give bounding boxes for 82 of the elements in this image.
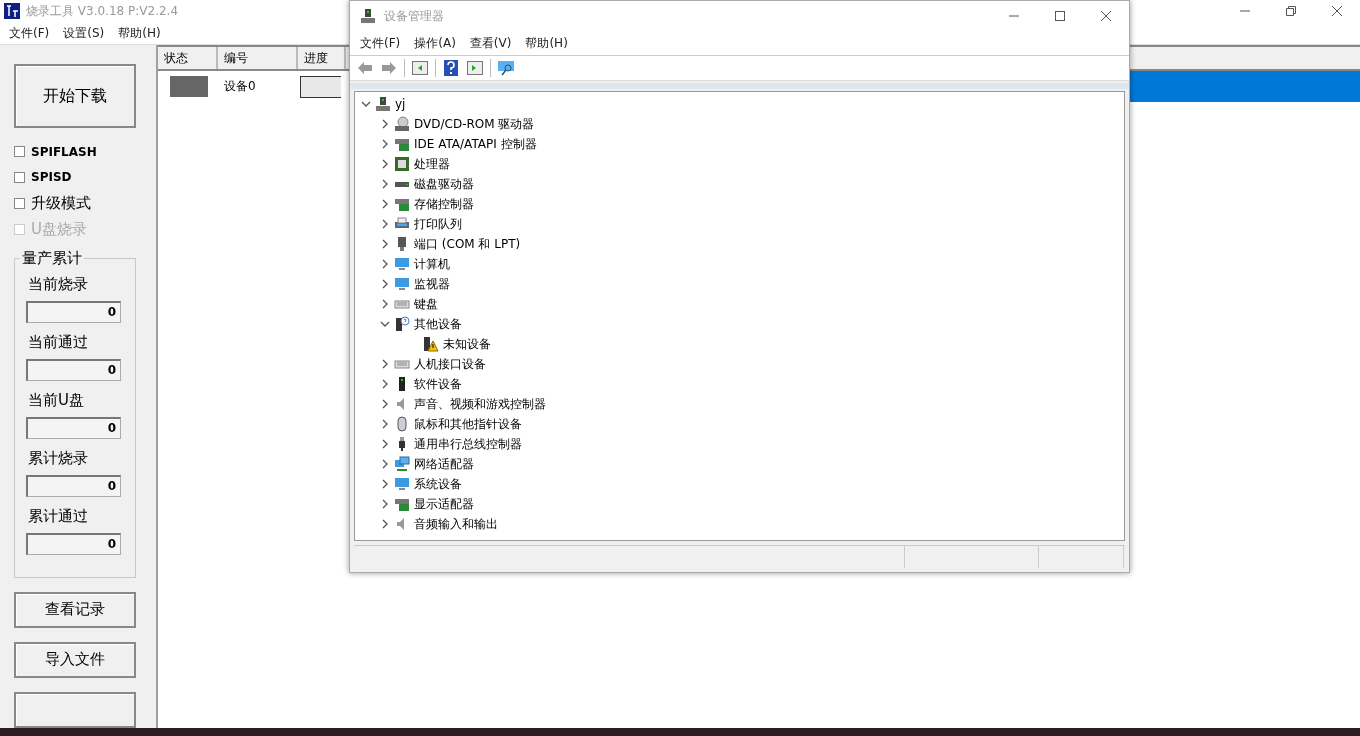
tree-item[interactable]: 未知设备: [442, 335, 491, 353]
action-button[interactable]: 导入文件: [14, 642, 136, 678]
start-download-button[interactable]: 开始下载: [14, 64, 136, 128]
tree-item[interactable]: 音频输入和输出: [414, 515, 498, 533]
card-icon: [394, 496, 410, 512]
tree-item[interactable]: 其他设备: [414, 315, 462, 333]
tree-item[interactable]: 软件设备: [414, 375, 462, 393]
counter-label: 当前U盘: [28, 391, 84, 410]
tree-item[interactable]: 鼠标和其他指针设备: [414, 415, 522, 433]
window-title: 烧录工具 V3.0.18 P:V2.2.4: [26, 2, 179, 20]
chip-icon: [394, 156, 410, 172]
menu-item[interactable]: 帮助(H): [111, 24, 168, 42]
tree-item[interactable]: 处理器: [414, 155, 450, 173]
monitor-icon: [394, 276, 410, 292]
tree-item[interactable]: 显示适配器: [414, 495, 474, 513]
counter-label: 当前通过: [28, 333, 88, 352]
action-button[interactable]: 查看记录: [14, 592, 136, 628]
counter-field: 0: [26, 417, 121, 440]
checkbox-label: 升级模式: [31, 194, 91, 213]
menu-item[interactable]: 文件(F): [353, 34, 408, 52]
counter-label: 累计烧录: [28, 449, 88, 468]
app-icon: [4, 3, 20, 19]
menu-item[interactable]: 查看(V): [462, 34, 519, 52]
tree-item[interactable]: DVD/CD-ROM 驱动器: [414, 115, 535, 133]
mouse-icon: [394, 416, 410, 432]
counter-label: 当前烧录: [28, 275, 88, 294]
checkbox-label: SPIFLASH: [31, 144, 97, 159]
close-icon: [1332, 6, 1342, 16]
drive-icon: [394, 181, 410, 187]
forward-arrow-icon: [381, 61, 397, 75]
help-icon: [444, 60, 458, 76]
window-title: 设备管理器: [384, 7, 444, 25]
tree-item[interactable]: 人机接口设备: [414, 355, 486, 373]
computer-icon: [375, 96, 391, 112]
warning-device-icon: [422, 336, 439, 352]
checkbox-label: SPISD: [31, 170, 72, 185]
tree-item[interactable]: 存储控制器: [414, 195, 474, 213]
disc-drive-icon: [394, 116, 410, 132]
checkbox[interactable]: [14, 146, 25, 158]
counter-field: 0: [26, 475, 121, 498]
maximize-icon: [1055, 11, 1065, 21]
tree-item[interactable]: IDE ATA/ATAPI 控制器: [414, 135, 537, 153]
restore-icon: [1286, 6, 1296, 16]
tree-item[interactable]: 系统设备: [414, 475, 462, 493]
monitor-icon: [394, 256, 410, 272]
counter-label: 累计通过: [28, 507, 88, 526]
card-icon: [394, 196, 410, 212]
tree-item[interactable]: 端口 (COM 和 LPT): [414, 235, 521, 253]
partial-button[interactable]: [14, 692, 136, 728]
tree-item[interactable]: 通用串行总线控制器: [414, 435, 522, 453]
checkbox-label: U盘烧录: [31, 220, 87, 240]
back-arrow-icon: [357, 61, 373, 75]
tree-item[interactable]: 磁盘驱动器: [414, 175, 474, 193]
tree-item[interactable]: 键盘: [414, 295, 438, 313]
menu-item[interactable]: 文件(F): [2, 24, 57, 42]
column-header[interactable]: 编号: [218, 47, 298, 69]
counter-field: 0: [26, 359, 121, 382]
tree-item[interactable]: 网络适配器: [414, 455, 474, 473]
tree-item[interactable]: yj: [395, 97, 406, 111]
checkbox[interactable]: [14, 198, 25, 209]
card-icon: [394, 136, 410, 152]
menu-item[interactable]: 帮助(H): [518, 34, 575, 52]
network-icon: [394, 456, 410, 472]
pane-icon: [467, 61, 483, 75]
menu-item[interactable]: 设置(S): [56, 24, 112, 42]
monitor-icon: [394, 476, 410, 492]
checkbox[interactable]: [14, 171, 25, 183]
pane-icon: [412, 61, 428, 75]
monitor-search-icon: [497, 60, 515, 76]
column-header[interactable]: 进度: [298, 47, 346, 69]
column-header[interactable]: 状态: [158, 47, 218, 69]
close-icon: [1101, 11, 1111, 21]
unknown-device-icon: [394, 316, 410, 332]
tree-item[interactable]: 打印队列: [414, 215, 462, 233]
tree-item[interactable]: 监视器: [414, 275, 450, 293]
computer-icon: [360, 8, 376, 24]
table-cell: 设备0: [224, 79, 256, 93]
tree-item[interactable]: 声音、视频和游戏控制器: [414, 395, 546, 413]
tree-item[interactable]: 计算机: [414, 255, 450, 273]
counter-field: 0: [26, 301, 121, 324]
counter-field: 0: [26, 533, 121, 556]
menu-item[interactable]: 操作(A): [407, 34, 463, 52]
